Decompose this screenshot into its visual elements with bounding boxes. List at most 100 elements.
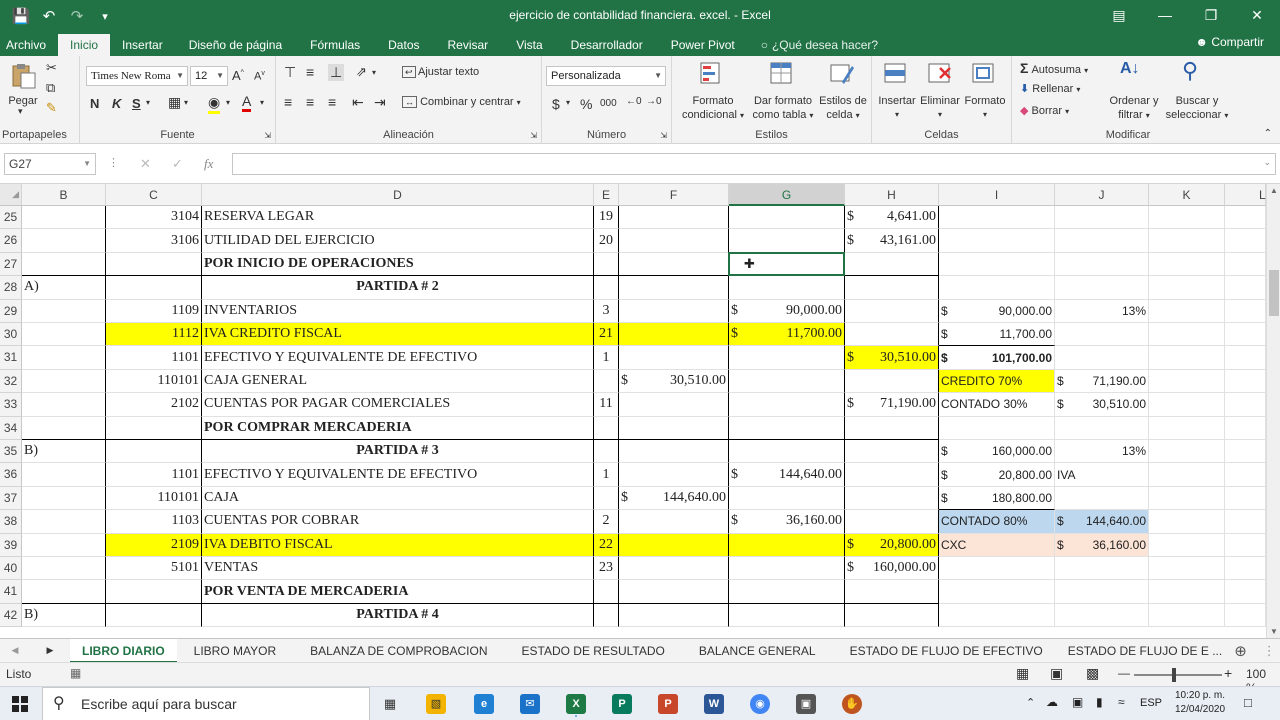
cell-l[interactable]: [1225, 229, 1266, 253]
cell-i[interactable]: CONTADO 80%: [939, 510, 1055, 534]
grow-font-icon[interactable]: A^: [232, 68, 244, 83]
cell-i[interactable]: CXC: [939, 533, 1055, 557]
cell-styles-button[interactable]: Estilos de celda ▾: [816, 94, 870, 123]
paste-button[interactable]: Pegar: [6, 94, 40, 108]
undo-icon[interactable]: ↶: [38, 7, 60, 25]
column-header-g[interactable]: G: [729, 184, 845, 206]
thousands-button[interactable]: 000: [600, 98, 617, 109]
cell-k[interactable]: [1149, 580, 1225, 604]
tab-datos[interactable]: Datos: [374, 34, 433, 56]
cell-h[interactable]: [845, 252, 939, 277]
cell-k[interactable]: [1149, 299, 1225, 323]
row-header[interactable]: 25: [0, 206, 22, 230]
cell-e[interactable]: [594, 603, 619, 628]
app-icon[interactable]: ✋: [842, 694, 862, 714]
row-header[interactable]: 41: [0, 580, 22, 604]
scrollbar-thumb[interactable]: [1269, 270, 1279, 316]
fill-button[interactable]: ⬇ Rellenar ▾: [1020, 82, 1080, 95]
cell-h[interactable]: $20,800.00: [845, 533, 939, 557]
cell-e[interactable]: 21: [594, 323, 619, 347]
cell-d[interactable]: IVA DEBITO FISCAL: [202, 533, 594, 557]
cell-e[interactable]: [594, 416, 619, 440]
orientation-icon[interactable]: ⇗: [356, 64, 367, 80]
cell-d[interactable]: POR VENTA DE MERCADERIA: [202, 580, 594, 604]
edge-icon[interactable]: e: [474, 694, 494, 714]
cell-j[interactable]: 13%: [1055, 440, 1149, 464]
save-icon[interactable]: 💾: [10, 7, 32, 25]
mail-icon[interactable]: ✉: [520, 694, 540, 714]
cell-h[interactable]: $4,641.00: [845, 206, 939, 230]
cell-j[interactable]: [1055, 323, 1149, 347]
cell-g[interactable]: $36,160.00: [729, 510, 845, 534]
cell-b[interactable]: B): [22, 440, 106, 464]
align-left-icon[interactable]: ≡: [284, 94, 292, 110]
cell-h[interactable]: $160,000.00: [845, 557, 939, 581]
cell-d[interactable]: UTILIDAD DEL EJERCICIO: [202, 229, 594, 253]
cell-e[interactable]: 1: [594, 346, 619, 370]
cell-e[interactable]: [594, 580, 619, 604]
cell-e[interactable]: 3: [594, 299, 619, 323]
sheet-tab-balanza[interactable]: BALANZA DE COMPROBACION: [293, 639, 504, 663]
wifi-icon[interactable]: ≈: [1118, 695, 1125, 709]
cell-b[interactable]: [22, 533, 106, 557]
cell-i[interactable]: [939, 603, 1055, 628]
cell-j[interactable]: [1055, 603, 1149, 628]
cell-g[interactable]: [729, 229, 845, 253]
insert-function-icon[interactable]: fx: [204, 156, 213, 172]
row-header[interactable]: 32: [0, 369, 22, 394]
cell-k[interactable]: [1149, 440, 1225, 464]
cell-i[interactable]: $101,700.00: [939, 346, 1055, 370]
sheet-tab-flujo-efectivo-2[interactable]: ESTADO DE FLUJO DE E ...: [1060, 639, 1230, 663]
cell-e[interactable]: [594, 252, 619, 277]
cell-e[interactable]: 20: [594, 229, 619, 253]
align-bottom-icon[interactable]: ⊥: [328, 64, 345, 81]
row-header[interactable]: 38: [0, 510, 22, 534]
cell-b[interactable]: [22, 369, 106, 394]
zoom-in-icon[interactable]: +: [1224, 665, 1232, 681]
formula-input[interactable]: ⌄: [232, 153, 1276, 175]
restore-icon[interactable]: ❐: [1188, 0, 1234, 32]
cell-k[interactable]: [1149, 276, 1225, 300]
cell-f[interactable]: $144,640.00: [619, 486, 729, 511]
format-button[interactable]: Formato ▾: [962, 94, 1008, 122]
cell-k[interactable]: [1149, 416, 1225, 440]
cell-f[interactable]: [619, 299, 729, 323]
cell-g[interactable]: [729, 557, 845, 581]
cell-k[interactable]: [1149, 346, 1225, 370]
cell-d[interactable]: VENTAS: [202, 557, 594, 581]
select-all-corner[interactable]: ◢: [0, 184, 22, 206]
currency-button[interactable]: $: [552, 96, 560, 112]
cell-f[interactable]: [619, 229, 729, 253]
cell-b[interactable]: [22, 229, 106, 253]
chevron-down-icon[interactable]: ▾: [566, 98, 570, 107]
chevron-down-icon[interactable]: ▾: [372, 68, 376, 77]
column-header-l[interactable]: L: [1225, 184, 1266, 206]
cell-c[interactable]: [106, 252, 202, 277]
format-painter-icon[interactable]: ✎: [46, 100, 57, 116]
cell-d[interactable]: PARTIDA # 3: [202, 440, 594, 464]
autosum-button[interactable]: Σ Autosuma ▾: [1020, 60, 1088, 76]
active-cell-selection[interactable]: ✚: [728, 251, 845, 277]
cell-c[interactable]: [106, 580, 202, 604]
cell-l[interactable]: [1225, 323, 1266, 347]
delete-button[interactable]: Eliminar ▾: [916, 94, 964, 122]
excel-taskbar-icon[interactable]: X: [566, 694, 586, 714]
page-break-view-icon[interactable]: ▩: [1086, 665, 1099, 682]
notifications-icon[interactable]: □: [1244, 695, 1252, 710]
cell-h[interactable]: [845, 463, 939, 487]
cell-b[interactable]: A): [22, 276, 106, 300]
cell-e[interactable]: 19: [594, 206, 619, 230]
scroll-up-icon[interactable]: ▲: [1270, 186, 1278, 195]
zoom-out-icon[interactable]: —: [1118, 666, 1130, 680]
clock[interactable]: 10:20 p. m. 12/04/2020: [1170, 689, 1230, 717]
cell-b[interactable]: [22, 299, 106, 323]
cell-d[interactable]: EFECTIVO Y EQUIVALENTE DE EFECTIVO: [202, 346, 594, 370]
cell-l[interactable]: [1225, 369, 1266, 394]
cell-j[interactable]: [1055, 346, 1149, 370]
row-header[interactable]: 31: [0, 346, 22, 370]
tab-diseno-pagina[interactable]: Diseño de página: [175, 34, 296, 56]
decrease-decimal-icon[interactable]: →0: [646, 96, 662, 107]
cell-l[interactable]: [1225, 486, 1266, 511]
font-size-select[interactable]: 12 ▼: [190, 66, 228, 86]
column-header-b[interactable]: B: [22, 184, 106, 206]
